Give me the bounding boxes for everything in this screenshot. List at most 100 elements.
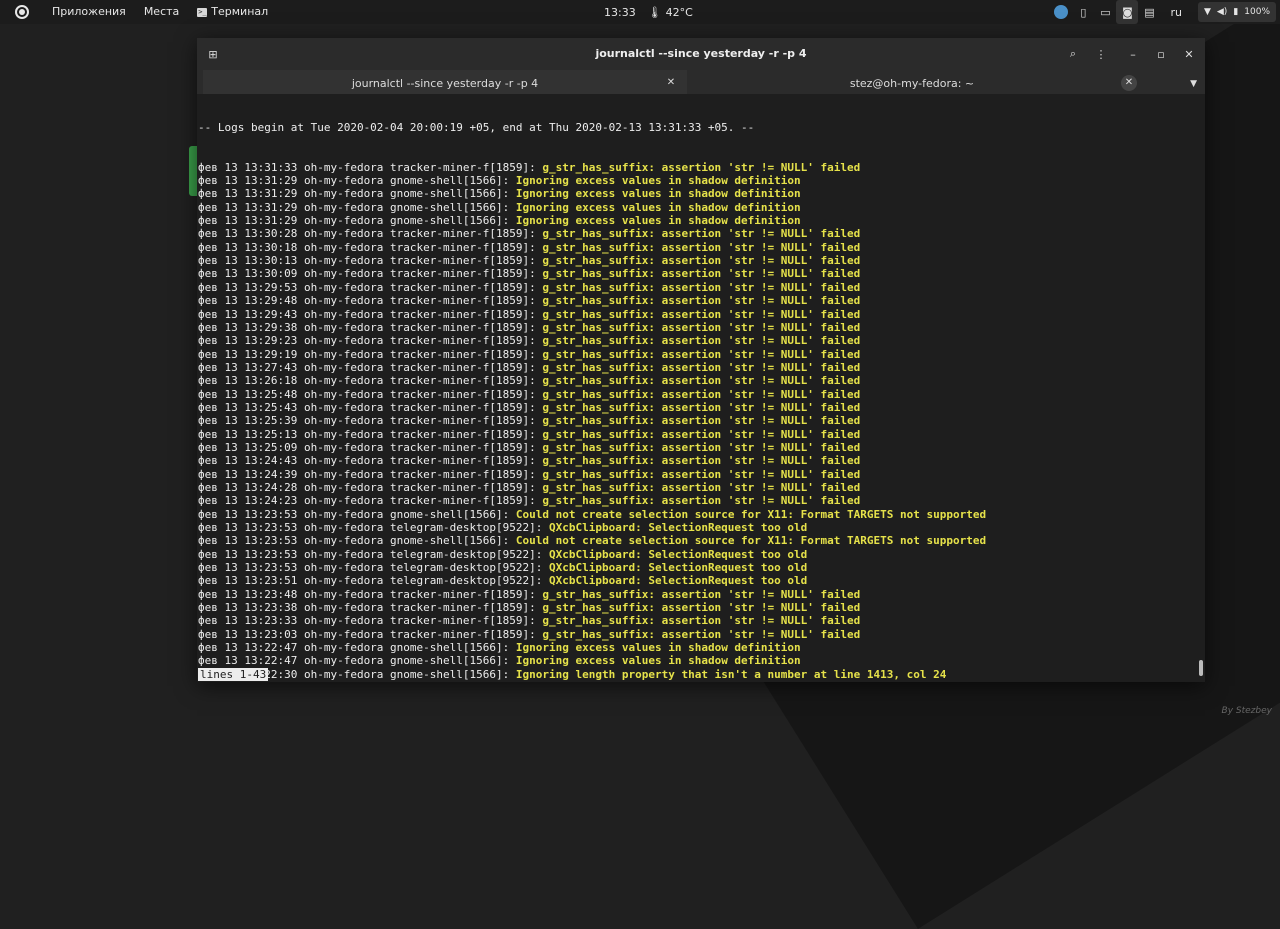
log-line: фев 13 13:29:19 oh-my-fedora tracker-min… bbox=[198, 348, 986, 361]
tab-label: stez@oh-my-fedora: ~ bbox=[849, 77, 975, 90]
log-prefix: фев 13 13:29:19 oh-my-fedora tracker-min… bbox=[198, 347, 543, 361]
log-message: g_str_has_suffix: assertion 'str != NULL… bbox=[542, 280, 861, 294]
terminal-icon: >_ bbox=[197, 7, 208, 17]
log-message: g_str_has_suffix: assertion 'str != NULL… bbox=[542, 454, 861, 468]
log-prefix: фев 13 13:23:48 oh-my-fedora tracker-min… bbox=[198, 587, 543, 601]
watermark: By Stezbey bbox=[1221, 706, 1272, 716]
top-bar: Приложения Места >_ Терминал 13:33 🌡 42°… bbox=[0, 0, 1280, 24]
display-icon[interactable]: ▭ bbox=[1094, 0, 1116, 24]
log-message: g_str_has_suffix: assertion 'str != NULL… bbox=[542, 240, 861, 254]
log-prefix: фев 13 13:25:13 oh-my-fedora tracker-min… bbox=[198, 427, 543, 441]
log-message: g_str_has_suffix: assertion 'str != NULL… bbox=[542, 294, 861, 308]
log-line: фев 13 13:27:43 oh-my-fedora tracker-min… bbox=[198, 361, 986, 374]
log-message: QXcbClipboard: SelectionRequest too old bbox=[549, 574, 808, 588]
tab-label: journalctl --since yesterday -r -p 4 bbox=[351, 77, 539, 90]
log-line: фев 13 13:31:29 oh-my-fedora gnome-shell… bbox=[198, 174, 986, 187]
log-line: фев 13 13:30:18 oh-my-fedora tracker-min… bbox=[198, 241, 986, 254]
log-prefix: фев 13 13:29:48 oh-my-fedora tracker-min… bbox=[198, 294, 543, 308]
log-message: g_str_has_suffix: assertion 'str != NULL… bbox=[542, 681, 860, 682]
terminal-output[interactable]: -- Logs begin at Tue 2020-02-04 20:00:19… bbox=[197, 94, 1205, 682]
volume-icon: ◀) bbox=[1216, 7, 1228, 17]
places-menu[interactable]: Места bbox=[135, 0, 188, 24]
log-prefix: фев 13 13:30:13 oh-my-fedora tracker-min… bbox=[198, 254, 543, 268]
terminal-window: ⊞ journalctl --since yesterday -r -p 4 ⌕… bbox=[197, 38, 1205, 682]
log-prefix: фев 13 13:24:43 oh-my-fedora tracker-min… bbox=[198, 454, 543, 468]
log-message: g_str_has_suffix: assertion 'str != NULL… bbox=[542, 334, 861, 348]
log-prefix: фев 13 13:21:48 oh-my-fedora tracker-min… bbox=[198, 681, 542, 682]
pager-status: lines 1-43 bbox=[198, 668, 269, 681]
title-bar: ⊞ journalctl --since yesterday -r -p 4 ⌕… bbox=[197, 38, 1205, 70]
maximize-icon[interactable]: ▫ bbox=[1151, 44, 1171, 64]
log-line: фев 13 13:23:53 oh-my-fedora gnome-shell… bbox=[198, 508, 986, 521]
log-line: фев 13 13:23:38 oh-my-fedora tracker-min… bbox=[198, 601, 986, 614]
log-line: фев 13 13:23:53 oh-my-fedora telegram-de… bbox=[198, 521, 986, 534]
log-line: фев 13 13:24:28 oh-my-fedora tracker-min… bbox=[198, 481, 986, 494]
temperature-indicator[interactable]: 🌡 42°C bbox=[648, 6, 693, 19]
log-prefix: фев 13 13:25:09 oh-my-fedora tracker-min… bbox=[198, 440, 543, 454]
kebab-menu-icon[interactable]: ⋮ bbox=[1091, 44, 1111, 64]
clipboard-icon[interactable]: ▤ bbox=[1138, 0, 1160, 24]
log-message: g_str_has_suffix: assertion 'str != NULL… bbox=[542, 320, 861, 334]
clock[interactable]: 13:33 bbox=[604, 6, 636, 19]
log-message: g_str_has_suffix: assertion 'str != NULL… bbox=[542, 267, 861, 281]
activities-icon[interactable] bbox=[11, 1, 33, 23]
screenshot-icon[interactable]: ◙ bbox=[1116, 0, 1139, 24]
terminal-app-menu[interactable]: >_ Терминал bbox=[188, 0, 277, 24]
log-message: g_str_has_suffix: assertion 'str != NULL… bbox=[542, 254, 861, 268]
log-prefix: фев 13 13:24:23 oh-my-fedora tracker-min… bbox=[198, 494, 543, 508]
log-message: g_str_has_suffix: assertion 'str != NULL… bbox=[542, 387, 861, 401]
log-message: g_str_has_suffix: assertion 'str != NULL… bbox=[542, 374, 861, 388]
terminal-app-label: Терминал bbox=[211, 5, 269, 18]
log-prefix: фев 13 13:30:09 oh-my-fedora tracker-min… bbox=[198, 267, 543, 281]
log-prefix: фев 13 13:31:29 oh-my-fedora gnome-shell… bbox=[198, 174, 516, 188]
tab-close-icon[interactable]: ✕ bbox=[663, 75, 679, 91]
log-line: фев 13 13:31:33 oh-my-fedora tracker-min… bbox=[198, 161, 986, 174]
dock-edge bbox=[189, 146, 197, 196]
log-prefix: фев 13 13:23:03 oh-my-fedora tracker-min… bbox=[198, 627, 543, 641]
tab-close-icon[interactable]: ✕ bbox=[1121, 75, 1137, 91]
log-line: фев 13 13:22:30 oh-my-fedora gnome-shell… bbox=[198, 668, 986, 681]
battery-icon: ▮ bbox=[1233, 7, 1239, 17]
log-message: g_str_has_suffix: assertion 'str != NULL… bbox=[542, 160, 861, 174]
log-prefix: фев 13 13:30:18 oh-my-fedora tracker-min… bbox=[198, 240, 543, 254]
log-line: фев 13 13:31:29 oh-my-fedora gnome-shell… bbox=[198, 214, 986, 227]
system-status-menu[interactable]: ▼ ◀) ▮ 100% bbox=[1197, 2, 1276, 22]
log-prefix: фев 13 13:25:39 oh-my-fedora tracker-min… bbox=[198, 414, 543, 428]
close-icon[interactable]: ✕ bbox=[1179, 44, 1199, 64]
log-line: фев 13 13:23:03 oh-my-fedora tracker-min… bbox=[198, 628, 986, 641]
log-line: фев 13 13:24:43 oh-my-fedora tracker-min… bbox=[198, 454, 986, 467]
log-message: Ignoring excess values in shadow definit… bbox=[515, 187, 801, 201]
log-line: фев 13 13:23:51 oh-my-fedora telegram-de… bbox=[198, 574, 986, 587]
log-line: фев 13 13:30:09 oh-my-fedora tracker-min… bbox=[198, 267, 986, 280]
keyboard-layout[interactable]: ru bbox=[1160, 6, 1192, 19]
log-prefix: фев 13 13:31:29 oh-my-fedora gnome-shell… bbox=[198, 187, 516, 201]
wifi-icon: ▼ bbox=[1203, 7, 1211, 17]
log-line: фев 13 13:31:29 oh-my-fedora gnome-shell… bbox=[198, 201, 986, 214]
log-line: фев 13 13:25:09 oh-my-fedora tracker-min… bbox=[198, 441, 986, 454]
log-line: фев 13 13:30:13 oh-my-fedora tracker-min… bbox=[198, 254, 986, 267]
log-message: QXcbClipboard: SelectionRequest too old bbox=[549, 547, 808, 561]
log-message: g_str_has_suffix: assertion 'str != NULL… bbox=[542, 227, 861, 241]
applications-menu[interactable]: Приложения bbox=[43, 0, 135, 24]
window-title: journalctl --since yesterday -r -p 4 bbox=[595, 47, 807, 60]
log-output: -- Logs begin at Tue 2020-02-04 20:00:19… bbox=[198, 94, 986, 682]
minimize-icon[interactable]: – bbox=[1123, 44, 1143, 64]
log-line: фев 13 13:23:53 oh-my-fedora telegram-de… bbox=[198, 561, 986, 574]
log-line: фев 13 13:22:47 oh-my-fedora gnome-shell… bbox=[198, 654, 986, 667]
log-message: Ignoring length property that isn't a nu… bbox=[515, 667, 947, 681]
log-prefix: фев 13 13:24:39 oh-my-fedora tracker-min… bbox=[198, 467, 543, 481]
log-message: g_str_has_suffix: assertion 'str != NULL… bbox=[542, 467, 861, 481]
log-line: фев 13 13:23:53 oh-my-fedora telegram-de… bbox=[198, 548, 986, 561]
telegram-tray-icon[interactable] bbox=[1050, 0, 1072, 24]
log-line: фев 13 13:26:18 oh-my-fedora tracker-min… bbox=[198, 374, 986, 387]
scrollbar[interactable] bbox=[1199, 660, 1203, 676]
phone-icon[interactable]: ▯ bbox=[1072, 0, 1094, 24]
log-prefix: фев 13 13:22:47 oh-my-fedora gnome-shell… bbox=[198, 654, 516, 668]
log-prefix: фев 13 13:31:33 oh-my-fedora tracker-min… bbox=[198, 160, 543, 174]
log-message: QXcbClipboard: SelectionRequest too old bbox=[549, 521, 808, 534]
log-prefix: фев 13 13:23:53 oh-my-fedora gnome-shell… bbox=[198, 507, 516, 521]
search-icon[interactable]: ⌕ bbox=[1063, 44, 1083, 64]
thermometer-icon: 🌡 bbox=[647, 5, 662, 19]
log-prefix: фев 13 13:23:53 oh-my-fedora gnome-shell… bbox=[198, 534, 516, 548]
log-header: -- Logs begin at Tue 2020-02-04 20:00:19… bbox=[198, 120, 755, 134]
